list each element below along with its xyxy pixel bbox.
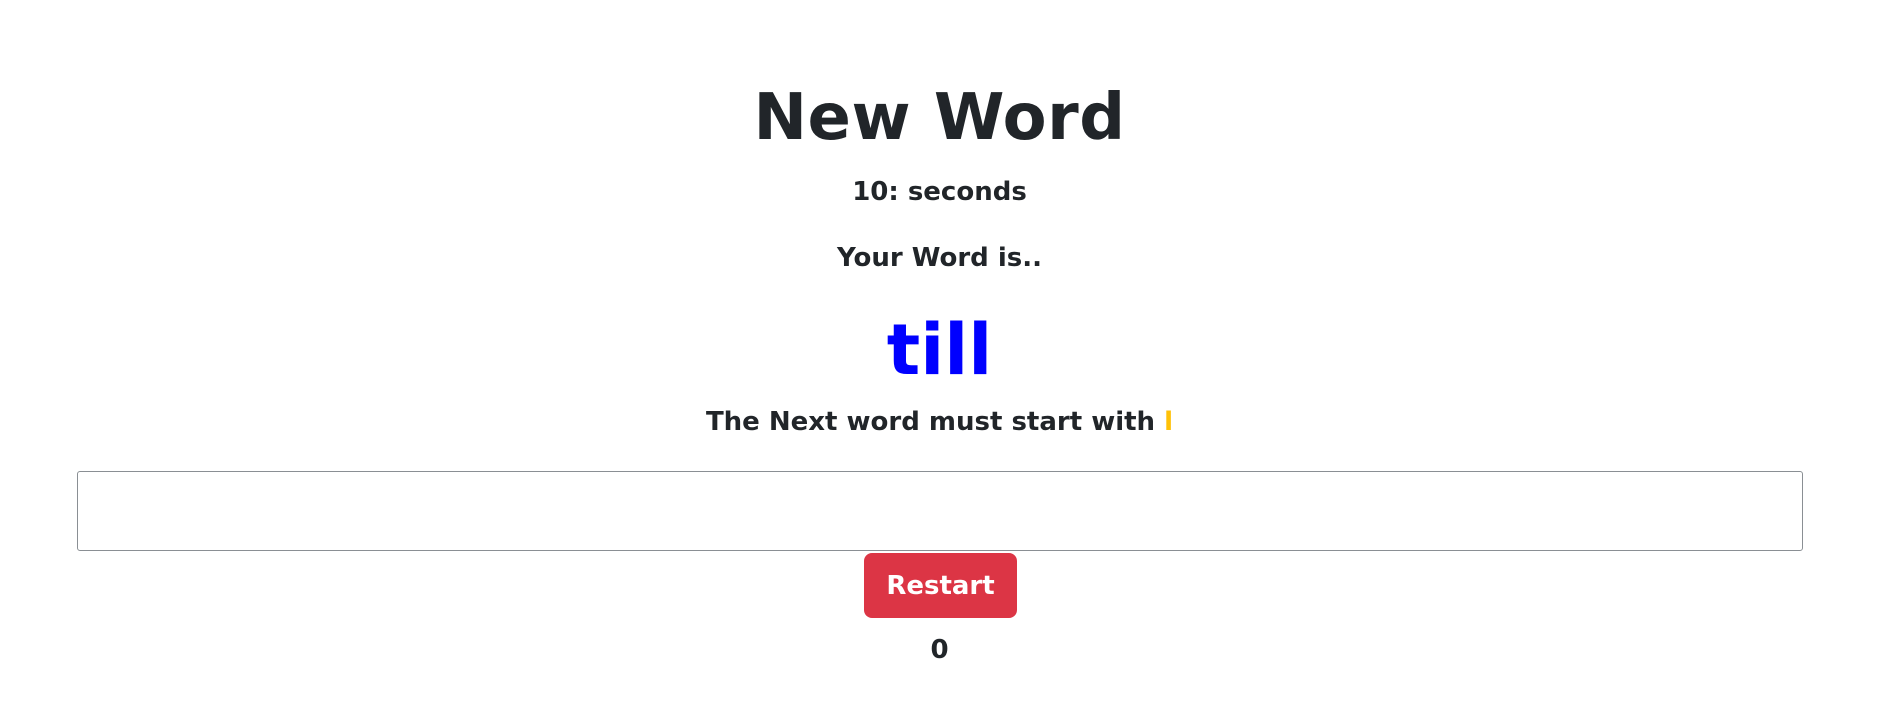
- game-container: New Word 10: seconds Your Word is.. till…: [0, 0, 1879, 718]
- page-title: New Word: [753, 81, 1126, 155]
- current-word: till: [886, 309, 993, 391]
- score-counter: 0: [930, 635, 949, 665]
- hint-text: The Next word must start with: [705, 407, 1165, 437]
- word-input[interactable]: [77, 471, 1803, 551]
- word-prompt: Your Word is..: [837, 243, 1042, 273]
- next-letter-hint: The Next word must start with l: [0, 404, 1879, 440]
- timer-text: 10: seconds: [852, 177, 1027, 207]
- restart-button[interactable]: Restart: [864, 553, 1017, 618]
- next-letter: l: [1164, 407, 1174, 437]
